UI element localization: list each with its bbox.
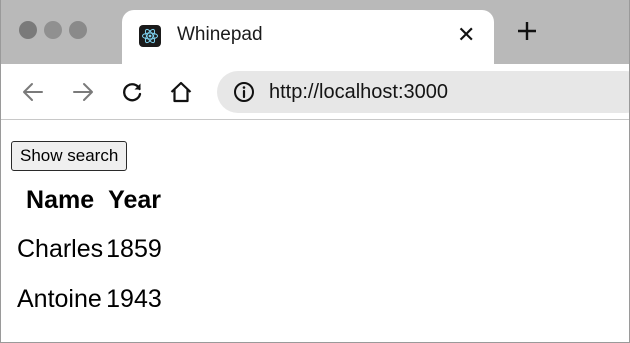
column-header-year[interactable]: Year: [106, 180, 163, 227]
react-atom-icon: [139, 25, 161, 47]
home-icon[interactable]: [169, 80, 193, 104]
data-table: Name Year Charles 1859 Antoine 1943: [14, 180, 166, 327]
plus-icon[interactable]: [516, 20, 538, 42]
column-header-name[interactable]: Name: [17, 180, 103, 227]
cell-year[interactable]: 1943: [106, 277, 163, 327]
address-bar[interactable]: http://localhost:3000: [217, 71, 629, 113]
arrow-right-icon[interactable]: [71, 80, 95, 104]
arrow-left-icon[interactable]: [21, 80, 45, 104]
table-row: Charles 1859: [17, 227, 163, 277]
window-minimize-dot[interactable]: [44, 21, 62, 39]
tab-strip: Whinepad ✕: [1, 0, 629, 64]
cell-name[interactable]: Charles: [17, 227, 103, 277]
info-icon[interactable]: [233, 81, 255, 103]
window-zoom-dot[interactable]: [69, 21, 87, 39]
browser-window: Whinepad ✕ http://localhost:3000 Show se…: [0, 0, 630, 343]
cell-name[interactable]: Antoine: [17, 277, 103, 327]
show-search-button[interactable]: Show search: [11, 141, 128, 171]
browser-toolbar: http://localhost:3000: [1, 64, 629, 120]
cell-year[interactable]: 1859: [106, 227, 163, 277]
tab-whinepad[interactable]: Whinepad ✕: [122, 10, 494, 64]
table-header-row: Name Year: [17, 180, 163, 227]
window-close-dot[interactable]: [19, 21, 37, 39]
reload-icon[interactable]: [120, 80, 144, 104]
tab-title: Whinepad: [177, 24, 263, 45]
page-content: Show search Name Year Charles 1859 Antoi…: [1, 120, 629, 342]
table-row: Antoine 1943: [17, 277, 163, 327]
url-text[interactable]: http://localhost:3000: [269, 81, 448, 104]
tab-close-button[interactable]: ✕: [457, 23, 475, 47]
